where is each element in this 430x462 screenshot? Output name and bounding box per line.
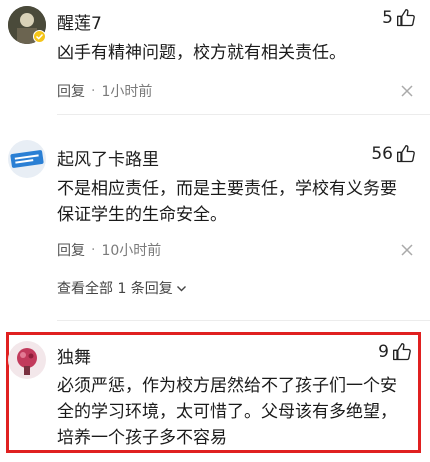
comment-item: 独舞 9 必须严惩，作为校方居然给不了孩子们一个安全的学习环境，太可惜了。父母该… [0,0,430,462]
avatar-image [8,341,46,379]
thumbs-up-icon [393,343,411,361]
like-count: 9 [378,342,389,362]
comment-text: 必须严惩，作为校方居然给不了孩子们一个安全的学习环境，太可惜了。父母该有多绝望，… [57,376,397,448]
comment-author[interactable]: 独舞 [57,343,91,368]
like-button[interactable]: 9 [378,342,412,362]
avatar[interactable] [8,341,46,379]
